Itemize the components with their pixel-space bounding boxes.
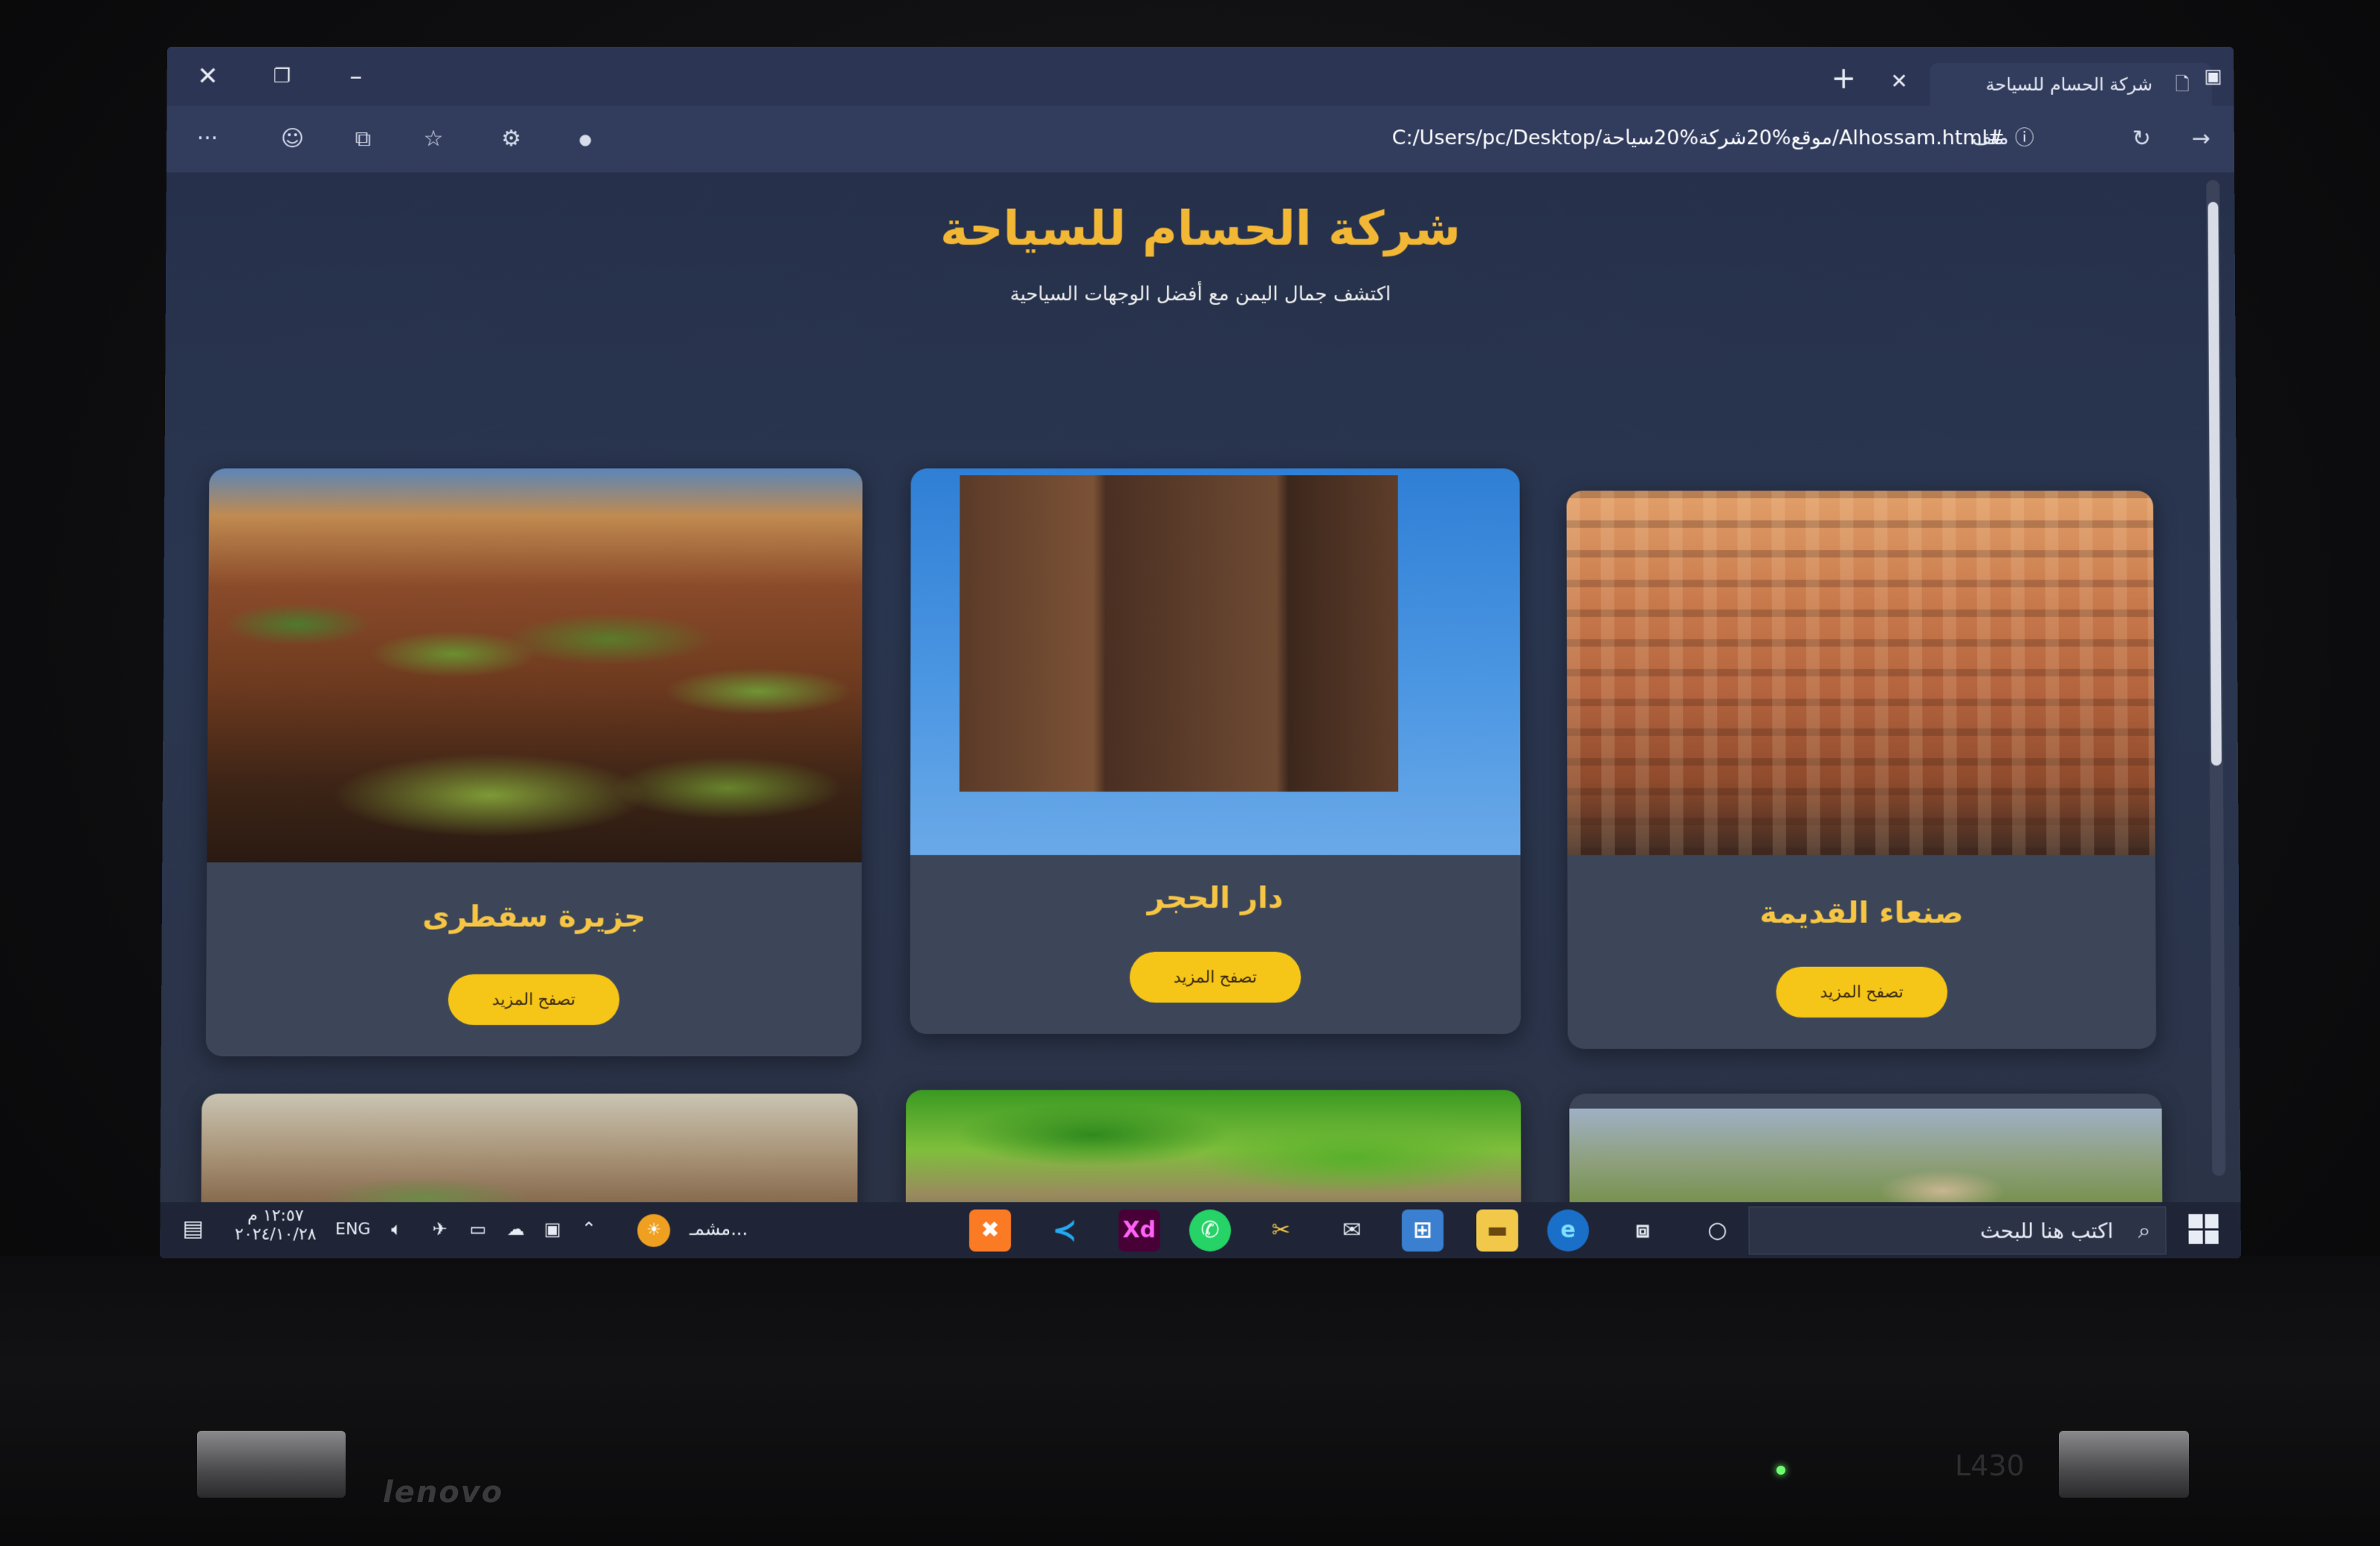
site-subtitle: اكتشف جمال اليمن مع أفضل الوجهات السياحي…	[1009, 283, 1391, 306]
destination-card-socotra: جزيرة سقطرى تصفح المزيد	[205, 468, 863, 1057]
vscode-icon[interactable]: ≺	[1044, 1209, 1085, 1251]
address-url: C:/Users/pc/Desktop/موقع%20شركة%20سياحة/…	[1391, 126, 2005, 150]
task-view-icon[interactable]: ⧈	[1622, 1209, 1663, 1251]
destination-card-dar-alhajar: دار الحجر تصفح المزيد	[910, 468, 1521, 1035]
card-title: جزيرة سقطرى	[422, 899, 646, 934]
destination-card-sanaa: صنعاء القديمة تصفح المزيد	[1566, 491, 2157, 1049]
tab-actions-icon[interactable]: ▣	[2190, 57, 2235, 96]
page-scrollbar[interactable]	[2206, 179, 2226, 1177]
minimize-window-icon[interactable]: –	[334, 57, 378, 96]
laptop-brand: lenovo	[383, 1475, 504, 1510]
refresh-icon[interactable]: ↻	[2123, 122, 2160, 156]
store-icon[interactable]: ⊞	[1401, 1209, 1444, 1252]
clock[interactable]: ١٢:٥٧ م ٢٠٢٤/١٠/٢٨	[230, 1206, 320, 1243]
favorites-icon[interactable]: ☆	[415, 122, 452, 156]
start-button[interactable]	[2188, 1214, 2219, 1244]
power-led	[1776, 1466, 1785, 1475]
mail-icon[interactable]: ✉	[1331, 1209, 1373, 1251]
card-title: دار الحجر	[1147, 881, 1284, 916]
laptop-model: L430	[1955, 1449, 2025, 1482]
socotra-image	[207, 468, 863, 863]
chevron-up-icon[interactable]: ⌃	[581, 1218, 596, 1239]
browse-more-button[interactable]: تصفح المزيد	[447, 974, 620, 1026]
windows-taskbar: اكتب هنا للبحث ⌕ ○ ⧈ e ▬ ⊞ ✉ ✂ ✆ Xd ≺ ✖ …	[160, 1202, 2241, 1258]
hinge-right	[2059, 1431, 2189, 1498]
snipping-tool-icon[interactable]: ✂	[1260, 1209, 1301, 1251]
address-label: ملف ⓘ	[1972, 127, 2034, 150]
cortana-icon[interactable]: ○	[1696, 1209, 1738, 1251]
hinge-left	[197, 1431, 346, 1498]
browser-tab[interactable]: شركة الحسام للسياحة 🗋	[1930, 62, 2212, 106]
notifications-icon[interactable]: ▤	[182, 1215, 204, 1241]
site-title: شركة الحسام للسياحة	[940, 201, 1461, 257]
volume-icon[interactable]: 🔈︎	[391, 1218, 402, 1239]
adobe-xd-icon[interactable]: Xd	[1118, 1209, 1160, 1252]
browse-more-button[interactable]: تصفح المزيد	[1129, 951, 1301, 1003]
clock-date: ٢٠٢٤/١٠/٢٨	[234, 1225, 317, 1244]
extensions-icon[interactable]: ⚙	[493, 122, 530, 156]
sanaa-image	[1566, 491, 2156, 856]
emoji-icon[interactable]: ☺	[274, 122, 311, 156]
dar-alhajar-image	[910, 468, 1521, 856]
laptop-base	[0, 1256, 2380, 1546]
read-aloud-icon[interactable]: ●	[566, 122, 604, 156]
weather-icon[interactable]: ☀	[637, 1214, 670, 1247]
close-window-icon[interactable]: ✕	[185, 57, 230, 96]
meet-now-icon[interactable]: ▣	[544, 1218, 561, 1239]
onedrive-icon[interactable]: ☁	[507, 1218, 525, 1239]
edge-icon[interactable]: e	[1547, 1209, 1589, 1252]
tab-close-icon[interactable]: ✕	[1890, 69, 1908, 94]
language-indicator[interactable]: ENG	[335, 1220, 371, 1238]
more-menu-button[interactable]: ···	[189, 122, 226, 156]
battery-icon[interactable]: ▭	[470, 1218, 487, 1239]
forward-icon[interactable]: →	[2182, 122, 2219, 156]
whatsapp-icon[interactable]: ✆	[1189, 1209, 1232, 1252]
restore-window-icon[interactable]: ❐	[259, 57, 304, 96]
browser-titlebar: ✕ ❐ – + ✕ شركة الحسام للسياحة 🗋 ▣	[166, 47, 2234, 106]
file-explorer-icon[interactable]: ▬	[1476, 1209, 1519, 1252]
search-icon: ⌕	[2138, 1217, 2151, 1244]
page-icon: 🗋	[2175, 74, 2190, 95]
web-page: شركة الحسام للسياحة اكتشف جمال اليمن مع …	[160, 172, 2241, 1243]
browse-more-button[interactable]: تصفح المزيد	[1776, 966, 1948, 1018]
tab-title: شركة الحسام للسياحة	[1985, 74, 2153, 95]
taskbar-search[interactable]: اكتب هنا للبحث ⌕	[1748, 1206, 2167, 1255]
card-title: صنعاء القديمة	[1759, 896, 1964, 931]
weather-label[interactable]: مشمـ...	[690, 1218, 748, 1239]
search-placeholder: اكتب هنا للبحث	[1980, 1218, 2114, 1243]
browser-toolbar: ··· ☺ ⧉ ☆ ⚙ ● C:/Users/pc/Desktop/موقع%2…	[166, 106, 2235, 172]
clock-time: ١٢:٥٧ م	[248, 1206, 304, 1226]
xampp-icon[interactable]: ✖	[969, 1209, 1012, 1252]
collections-icon[interactable]: ⧉	[344, 122, 381, 156]
address-bar[interactable]: C:/Users/pc/Desktop/موقع%20شركة%20سياحة/…	[870, 117, 2093, 159]
new-tab-button[interactable]: +	[1831, 62, 1857, 96]
screen: ✕ ❐ – + ✕ شركة الحسام للسياحة 🗋 ▣ ··· ☺ …	[160, 47, 2241, 1258]
scrollbar-thumb[interactable]	[2208, 201, 2222, 766]
airplane-mode-icon[interactable]: ✈	[432, 1218, 447, 1239]
